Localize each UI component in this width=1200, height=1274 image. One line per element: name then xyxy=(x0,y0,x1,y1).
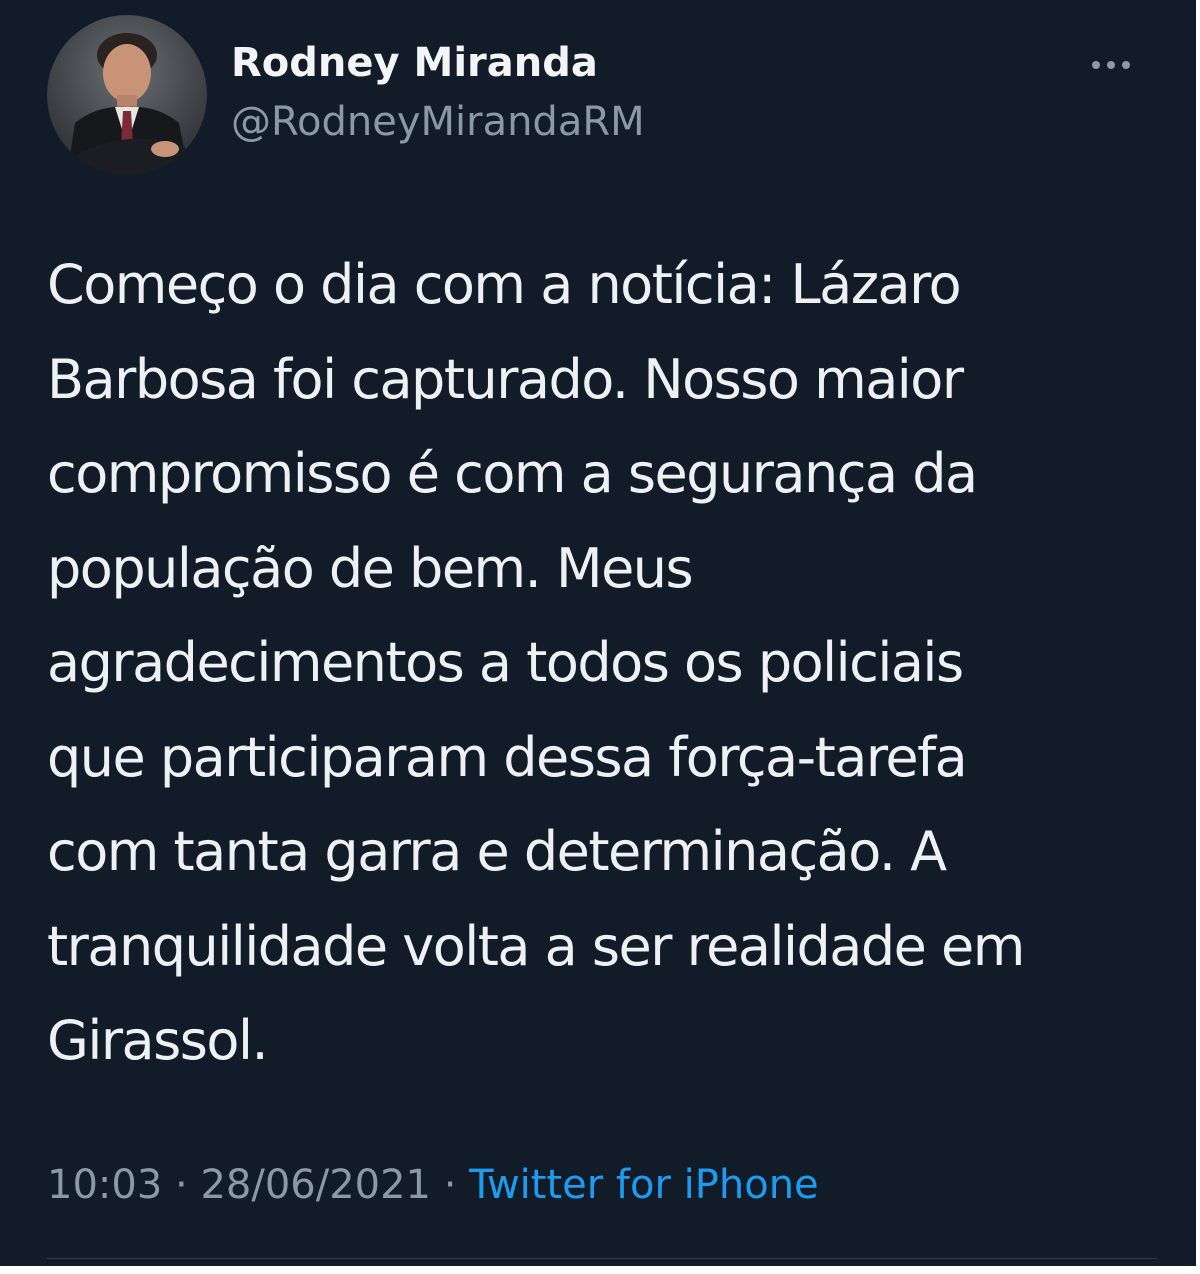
author-name[interactable]: Rodney Miranda xyxy=(231,40,598,86)
more-dot xyxy=(1122,61,1130,69)
profile-photo-icon xyxy=(47,15,207,175)
tweet-meta: 10:03 · 28/06/2021 · Twitter for iPhone xyxy=(47,1162,819,1208)
divider xyxy=(47,1258,1157,1259)
more-options-icon[interactable] xyxy=(1080,50,1142,80)
meta-separator: · xyxy=(175,1162,188,1208)
author-handle[interactable]: @RodneyMirandaRM xyxy=(231,99,645,145)
more-dot xyxy=(1107,61,1115,69)
avatar[interactable] xyxy=(47,15,207,175)
tweet-text: Começo o dia com a notícia: Lázaro Barbo… xyxy=(47,253,1025,1072)
tweet-card: Rodney Miranda @RodneyMirandaRM Começo o… xyxy=(0,0,1196,1266)
meta-separator: · xyxy=(443,1162,457,1208)
more-dot xyxy=(1092,61,1100,69)
tweet-date[interactable]: 28/06/2021 xyxy=(200,1162,431,1208)
tweet-source-link[interactable]: Twitter for iPhone xyxy=(469,1162,819,1208)
tweet-time[interactable]: 10:03 xyxy=(47,1162,162,1208)
